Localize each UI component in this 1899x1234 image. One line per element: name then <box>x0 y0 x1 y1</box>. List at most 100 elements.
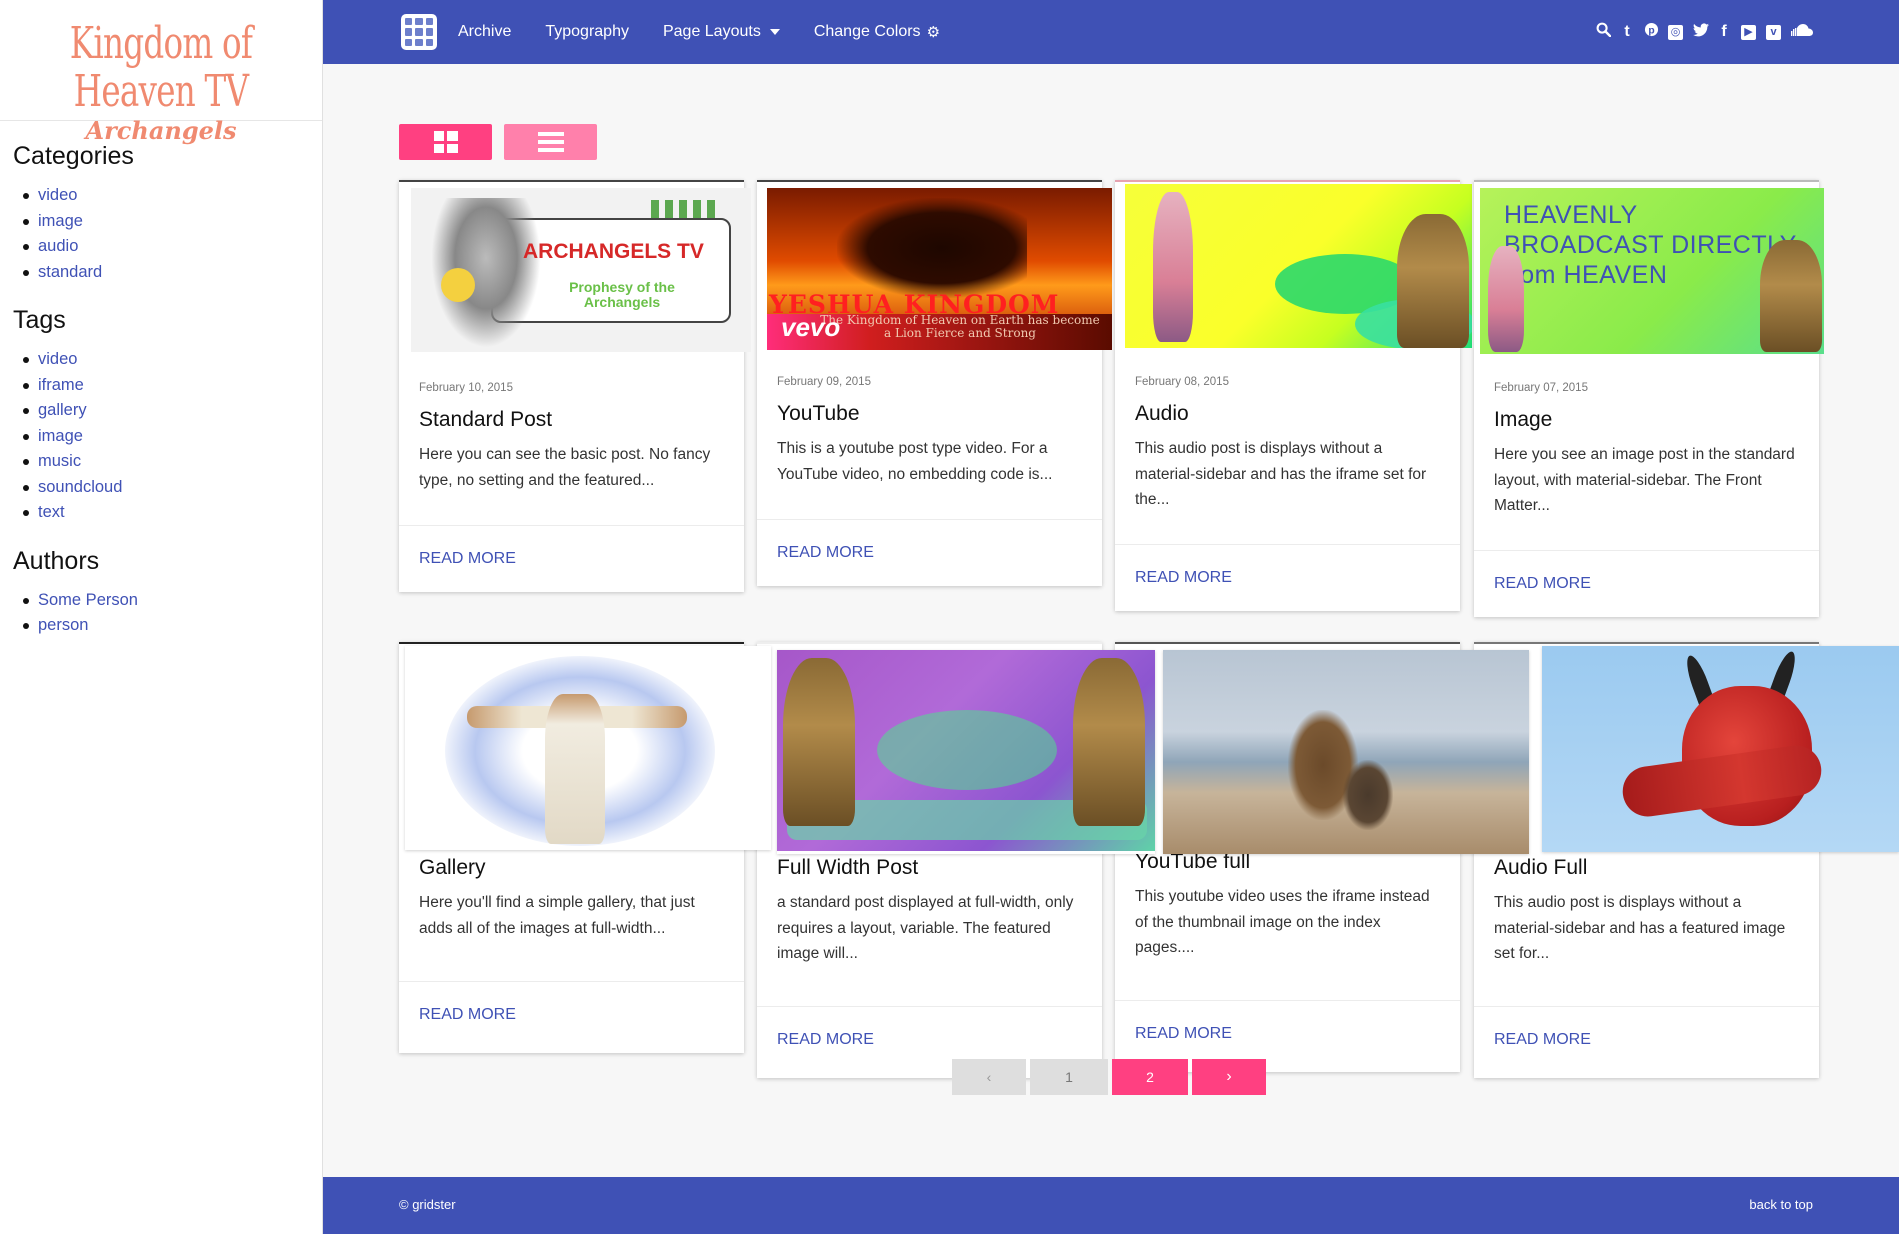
pagination-page-1[interactable]: 1 <box>1030 1059 1108 1095</box>
post-card[interactable]: YESHUA KINGDOM The Kingdom of Heaven on … <box>757 180 1112 586</box>
tag-link-image[interactable]: image <box>38 427 83 445</box>
svg-text:p: p <box>1648 25 1654 36</box>
read-more-link[interactable]: READ MORE <box>1494 575 1591 593</box>
pagination-prev-button[interactable]: ‹ <box>952 1059 1026 1095</box>
post-thumbnail[interactable]: ARCHANGELS TV Prophesy of the Archangels <box>411 188 751 352</box>
post-date: February 09, 2015 <box>777 376 871 388</box>
logo-title: Kingdom of Heaven TV <box>69 18 253 117</box>
post-thumbnail-full-width[interactable] <box>777 650 1155 854</box>
thumbnail-caption: Prophesy of the Archangels <box>569 279 675 310</box>
tag-item: video <box>23 347 322 373</box>
category-link-audio[interactable]: audio <box>38 237 78 255</box>
post-thumbnail[interactable]: HEAVENLY BROADCAST DIRECTLY from HEAVEN <box>1480 188 1824 354</box>
author-link-some-person[interactable]: Some Person <box>38 591 138 609</box>
category-item: image <box>23 209 322 235</box>
author-item: Some Person <box>23 588 322 614</box>
tags-heading: Tags <box>13 306 66 334</box>
back-to-top-link[interactable]: back to top <box>1749 1197 1813 1212</box>
tag-link-gallery[interactable]: gallery <box>38 401 87 419</box>
post-thumbnail-gallery[interactable] <box>405 646 771 850</box>
tag-link-iframe[interactable]: iframe <box>38 376 84 394</box>
post-thumbnail[interactable] <box>1125 184 1472 348</box>
post-title[interactable]: Standard Post <box>419 408 724 432</box>
post-date: February 08, 2015 <box>1135 376 1229 388</box>
pagination-page-2[interactable]: 2 <box>1112 1059 1188 1095</box>
caret-down-icon <box>769 29 780 35</box>
category-link-image[interactable]: image <box>38 212 83 230</box>
categories-widget: Categories video image audio standard <box>0 141 322 285</box>
twitter-icon[interactable] <box>1693 22 1709 42</box>
thumbnail-text: HEAVENLY BROADCAST DIRECTLY from HEAVEN <box>1504 201 1797 289</box>
tag-link-video[interactable]: video <box>38 350 77 368</box>
tags-widget: Tags video iframe gallery image music so… <box>0 305 322 526</box>
youtube-icon[interactable]: ▶ <box>1741 24 1756 40</box>
post-excerpt: This audio post is displays without a ma… <box>1135 440 1427 508</box>
list-icon <box>537 132 564 152</box>
tag-item: music <box>23 449 322 475</box>
authors-list: Some Person person <box>13 588 322 639</box>
tumblr-icon[interactable]: t <box>1620 23 1634 41</box>
angel-illustration <box>1153 192 1193 342</box>
gear-icon: ⚙ <box>926 24 941 41</box>
nav-change-colors[interactable]: Change Colors ⚙ <box>814 23 940 41</box>
post-excerpt: This youtube video uses the iframe inste… <box>1135 888 1430 956</box>
statue-illustration <box>1397 214 1469 348</box>
tag-item: soundcloud <box>23 475 322 501</box>
nav-typography[interactable]: Typography <box>545 23 629 41</box>
post-title[interactable]: Gallery <box>419 856 724 880</box>
post-excerpt: a standard post displayed at full-width,… <box>777 894 1074 962</box>
category-item: video <box>23 183 322 209</box>
vimeo-icon[interactable]: v <box>1766 24 1781 40</box>
facebook-icon[interactable]: f <box>1717 23 1731 41</box>
category-link-standard[interactable]: standard <box>38 263 102 281</box>
tag-link-text[interactable]: text <box>38 503 65 521</box>
post-title[interactable]: Audio <box>1135 402 1440 426</box>
instagram-icon[interactable]: ◎ <box>1668 24 1683 40</box>
read-more-link[interactable]: READ MORE <box>777 1031 874 1049</box>
donkey-illustration <box>1343 760 1393 830</box>
statue-illustration <box>1760 240 1822 352</box>
authors-heading: Authors <box>13 546 100 575</box>
pinterest-icon[interactable]: p <box>1644 22 1659 42</box>
post-excerpt: This is a youtube post type video. For a… <box>777 440 1053 483</box>
nav-page-layouts[interactable]: Page Layouts <box>663 23 780 41</box>
author-item: person <box>23 613 322 639</box>
pagination-next-button[interactable]: › <box>1192 1059 1266 1095</box>
post-card[interactable]: HEAVENLY BROADCAST DIRECTLY from HEAVEN … <box>1474 180 1824 617</box>
soundcloud-icon[interactable] <box>1791 23 1813 41</box>
search-icon[interactable] <box>1596 22 1612 42</box>
post-excerpt: Here you'll find a simple gallery, that … <box>419 894 695 937</box>
social-links: t p ◎ f ▶ v <box>1596 0 1813 64</box>
read-more-link[interactable]: READ MORE <box>419 550 516 568</box>
category-link-video[interactable]: video <box>38 186 77 204</box>
post-card[interactable]: ARCHANGELS TV Prophesy of the Archangels… <box>399 180 751 592</box>
post-title[interactable]: YouTube <box>777 402 1082 426</box>
post-title[interactable]: Full Width Post <box>777 856 1082 880</box>
post-title[interactable]: Audio Full <box>1494 856 1799 880</box>
authors-widget: Authors Some Person person <box>0 546 322 639</box>
tag-item: gallery <box>23 398 322 424</box>
post-title[interactable]: Image <box>1494 408 1799 432</box>
footer-copyright: © gridster <box>399 1197 456 1212</box>
author-link-person[interactable]: person <box>38 616 88 634</box>
tag-link-music[interactable]: music <box>38 452 81 470</box>
post-thumbnail-youtube-full[interactable] <box>1163 650 1529 854</box>
grid-view-button[interactable] <box>399 124 492 160</box>
grid-logo-icon[interactable] <box>401 14 437 50</box>
read-more-link[interactable]: READ MORE <box>1494 1031 1591 1049</box>
post-card[interactable]: February 08, 2015 Audio This audio post … <box>1115 180 1472 611</box>
site-logo[interactable]: Kingdom of Heaven TV Archangels <box>0 0 322 145</box>
post-thumbnail[interactable]: YESHUA KINGDOM The Kingdom of Heaven on … <box>767 188 1112 350</box>
read-more-link[interactable]: READ MORE <box>419 1006 516 1024</box>
tag-item: image <box>23 424 322 450</box>
read-more-link[interactable]: READ MORE <box>1135 569 1232 587</box>
tag-link-soundcloud[interactable]: soundcloud <box>38 478 122 496</box>
tags-list: video iframe gallery image music soundcl… <box>13 347 322 526</box>
nav-archive[interactable]: Archive <box>458 23 511 41</box>
read-more-link[interactable]: READ MORE <box>777 544 874 562</box>
read-more-link[interactable]: READ MORE <box>1135 1025 1232 1043</box>
vevo-logo: vevo <box>781 312 841 342</box>
statue-illustration <box>1073 658 1145 826</box>
list-view-button[interactable] <box>504 124 597 160</box>
post-thumbnail-audio-full[interactable] <box>1542 646 1899 852</box>
